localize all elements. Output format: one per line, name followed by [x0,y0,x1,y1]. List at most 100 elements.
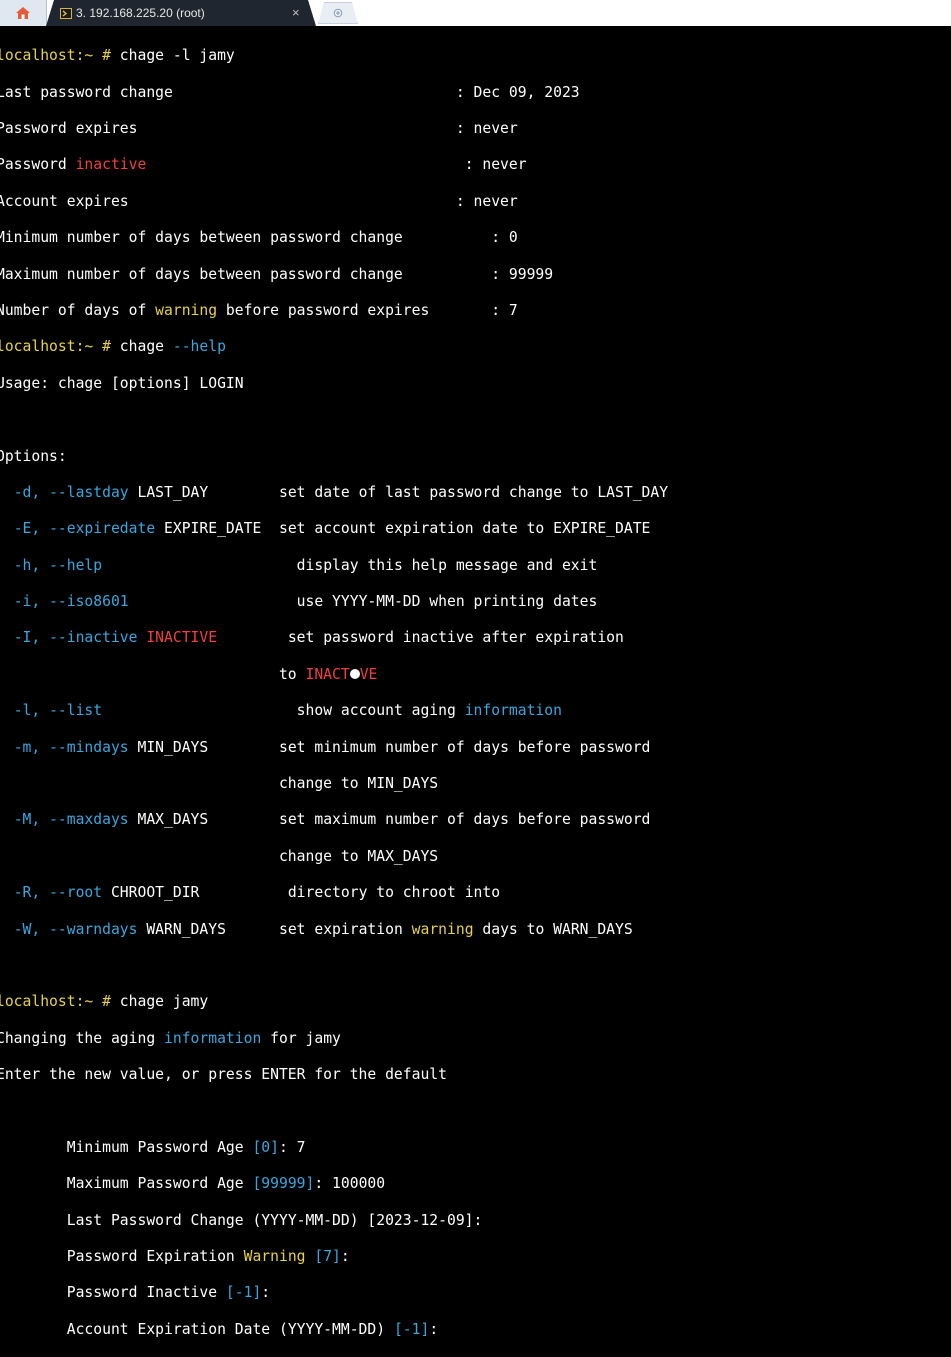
option-desc: set expiration [279,920,412,938]
highlight-word: INACT [305,665,350,683]
option-row: -d, --lastday LAST_DAY set date of last … [0,484,951,502]
prompt-default: [0] [252,1138,279,1156]
prompt-colon: : [340,1248,350,1266]
output-label: Password expires [0,119,138,137]
option-arg: MAX_DAYS [128,811,209,829]
option-row: -R, --root CHROOT_DIR directory to chroo… [0,884,951,902]
option-flag: --list [49,702,103,720]
output-label: Number of days of [0,301,156,319]
option-flag: --mindays [49,738,129,756]
home-tab[interactable] [0,0,47,26]
shell-prompt: localhost:~ # [0,338,111,356]
option-desc: change to MIN_DAYS [278,775,439,793]
command-text: chage [110,338,173,356]
highlight-word: information [464,702,562,720]
terminal-line: localhost:~ # chage jamy [0,993,951,1011]
output-label: Minimum number of days between password … [0,229,403,247]
option-desc: to [278,665,306,683]
command-text: chage jamy [110,993,209,1011]
option-arg: INACTIVE [146,629,218,647]
output-value: : never [464,156,527,174]
option-flag: --expiredate [49,520,156,538]
option-desc: change to MAX_DAYS [278,847,439,865]
option-arg: EXPIRE_DATE [155,520,262,538]
option-flag: --lastday [49,483,129,501]
home-icon [16,7,30,19]
option-row: -i, --iso8601 use YYYY-MM-DD when printi… [0,593,951,611]
terminal-line: Enter the new value, or press ENTER for … [0,1066,951,1084]
option-row: -E, --expiredate EXPIRE_DATE set account… [0,520,951,538]
output-value: : 99999 [491,265,554,283]
option-flag: -W, [13,920,50,938]
option-desc: set date of last password change to LAST… [279,483,669,501]
prompt-label: Maximum Password Age [66,1175,253,1193]
terminal-line: Last password change : Dec 09, 2023 [0,84,951,102]
command-option: --help [172,338,226,356]
output-value: : 7 [491,301,518,319]
close-icon[interactable]: × [292,5,300,20]
prompt-line: Last Password Change (YYYY-MM-DD) [2023-… [0,1212,951,1230]
highlight-word: warning [155,301,218,319]
prompt-line: Password Expiration Warning [7]: [0,1248,951,1266]
output-label: before password expires [217,301,430,319]
option-flag: -m, [13,738,50,756]
terminal-line: Password inactive : never [0,156,951,174]
prompt-label: Account Expiration Date (YYYY-MM-DD) [66,1320,394,1338]
option-desc: use YYYY-MM-DD when printing dates [296,593,598,611]
shell-prompt: localhost:~ # [0,993,111,1011]
output-label: Account expires [0,192,129,210]
option-flag: --root [49,884,103,902]
option-flag: --maxdays [49,811,129,829]
option-flag: --warndays [49,920,138,938]
option-flag: -i, [13,593,50,611]
terminal-line: Options: [0,448,951,466]
usage-line: Usage: chage [options] LOGIN [0,374,244,392]
session-tab[interactable]: 3. 192.168.225.20 (root) × [46,0,316,26]
prompt-line: Maximum Password Age [99999]: 100000 [0,1175,951,1193]
highlight-word: warning [411,920,474,938]
option-desc: display this help message and exit [296,556,598,574]
output-value: : 0 [491,229,518,247]
option-row: -l, --list show account aging informatio… [0,702,951,720]
terminal-line: Number of days of warning before passwor… [0,302,951,320]
option-flag: -M, [13,811,50,829]
output-text: for jamy [261,1029,341,1047]
command-text: chage -l jamy [110,47,235,65]
option-flag: --help [49,556,103,574]
option-row: -M, --maxdays MAX_DAYS set maximum numbe… [0,811,951,829]
prompt-default: [-1] [225,1284,262,1302]
option-flag: -I, [13,629,50,647]
terminal-output[interactable]: localhost:~ # chage -l jamy Last passwor… [0,29,951,1338]
prompt-label: Password Inactive [66,1284,226,1302]
option-row: -W, --warndays WARN_DAYS set expiration … [0,921,951,939]
option-flag: --iso8601 [49,593,129,611]
tab-bar: 3. 192.168.225.20 (root) × [0,0,951,26]
terminal-line: Maximum number of days between password … [0,266,951,284]
highlight-word: information [164,1029,262,1047]
terminal-icon [60,7,72,19]
option-row: -I, --inactive INACTIVE set password ina… [0,629,951,647]
mouse-cursor-icon [349,668,360,679]
option-arg: MIN_DAYS [128,738,209,756]
option-arg: LAST_DAY [128,483,209,501]
option-desc: set minimum number of days before passwo… [279,738,651,756]
prompt-input: : 100000 [314,1175,386,1193]
prompt-line: Password Inactive [-1]: [0,1284,951,1302]
prompt-colon: : [429,1320,439,1338]
output-value: : Dec 09, 2023 [455,83,580,101]
output-value: : never [455,119,518,137]
output-text: Enter the new value, or press ENTER for … [0,1066,447,1084]
new-tab-icon [333,8,343,18]
option-row: change to MIN_DAYS [0,775,951,793]
option-flag: --inactive [49,629,138,647]
prompt-default: [-1] [393,1320,430,1338]
terminal-line: Account expires : never [0,193,951,211]
option-flag: -d, [13,483,50,501]
prompt-label: Minimum Password Age [66,1138,253,1156]
option-desc: set account expiration date to EXPIRE_DA… [279,520,651,538]
highlight-word: Warning [243,1248,306,1266]
new-tab-button[interactable] [318,2,358,24]
option-arg: WARN_DAYS [137,920,226,938]
highlight-word: inactive [75,156,147,174]
